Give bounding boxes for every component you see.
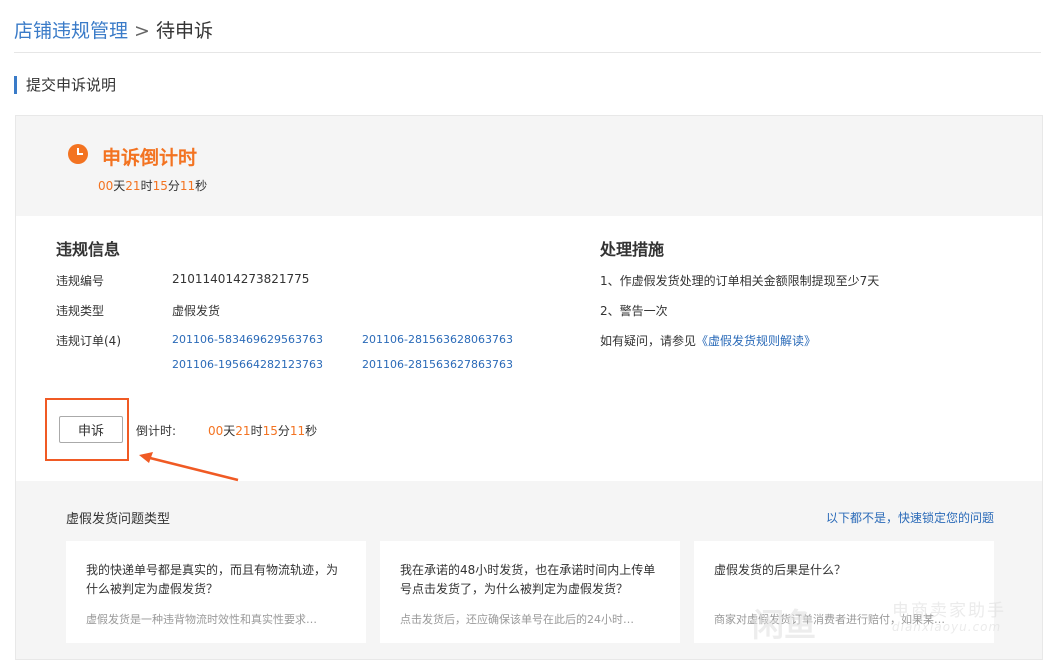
header-divider xyxy=(14,52,1041,53)
countdown-box: 申诉倒计时 00天21时15分11秒 xyxy=(16,116,1042,216)
minutes-value: 15 xyxy=(152,179,168,193)
appeal-countdown-label: 倒计时: xyxy=(136,424,177,438)
measure-item: 1、作虚假发货处理的订单相关金额限制提现至少7天 xyxy=(600,274,880,288)
order-link[interactable]: 201106-195664282123763 xyxy=(172,358,323,371)
seconds-unit: 秒 xyxy=(305,424,318,438)
violation-type-value: 虚假发货 xyxy=(172,304,221,318)
help-prefix: 如有疑问，请参见 xyxy=(600,334,697,348)
breadcrumb-root-link[interactable]: 店铺违规管理 xyxy=(14,20,128,42)
violation-id-value: 210114014273821775 xyxy=(172,272,310,286)
appeal-countdown-timer: 00天21时15分11秒 xyxy=(208,422,317,439)
pointer-arrow-icon xyxy=(139,452,239,482)
faq-more-link[interactable]: 以下都不是，快速锁定您的问题 xyxy=(826,509,994,526)
faq-title: 虚假发货问题类型 xyxy=(66,512,171,527)
countdown-timer: 00天21时15分11秒 xyxy=(98,177,207,194)
appeal-highlight-box: 申诉 xyxy=(45,398,129,461)
days-value: 00 xyxy=(208,424,224,438)
appeal-button[interactable]: 申诉 xyxy=(59,416,123,443)
faq-question: 我的快递单号都是真实的，而且有物流轨迹，为什么被判定为虚假发货？ xyxy=(86,563,339,596)
seconds-unit: 秒 xyxy=(195,179,208,193)
days-value: 00 xyxy=(98,179,114,193)
watermark-logo: 闲鱼 xyxy=(752,606,817,644)
minutes-unit: 分 xyxy=(277,424,290,438)
countdown-title: 申诉倒计时 xyxy=(102,147,198,169)
seconds-value: 11 xyxy=(289,424,306,438)
minutes-value: 15 xyxy=(262,424,278,438)
violation-orders-label: 违规订单(4) xyxy=(56,334,121,348)
watermark-text: 电商卖家助手 xyxy=(892,601,1006,621)
appeal-panel: 申诉倒计时 00天21时15分11秒 违规信息 违规编号 21011401427… xyxy=(15,115,1043,660)
breadcrumb: 店铺违规管理 > 待申诉 xyxy=(14,16,213,43)
days-unit: 天 xyxy=(223,424,236,438)
measure-item: 2、警告一次 xyxy=(600,304,668,318)
hours-value: 21 xyxy=(235,424,251,438)
hours-unit: 时 xyxy=(250,424,263,438)
violation-type-label: 违规类型 xyxy=(56,304,105,318)
section-title: 提交申诉说明 xyxy=(14,76,116,94)
faq-card[interactable]: 我在承诺的48小时发货，也在承诺时间内上传单号点击发货了，为什么被判定为虚假发货… xyxy=(380,541,680,643)
faq-question: 我在承诺的48小时发货，也在承诺时间内上传单号点击发货了，为什么被判定为虚假发货… xyxy=(400,563,656,596)
faq-answer: 点击发货后，还应确保该单号在此后的24小时… xyxy=(400,613,634,626)
minutes-unit: 分 xyxy=(167,179,180,193)
faq-card[interactable]: 我的快递单号都是真实的，而且有物流轨迹，为什么被判定为虚假发货？ 虚假发货是一种… xyxy=(66,541,366,643)
watermark: 闲鱼 电商卖家助手 dianxiaoyu.com xyxy=(752,592,1042,652)
seconds-value: 11 xyxy=(179,179,196,193)
breadcrumb-separator: > xyxy=(134,20,150,42)
order-link[interactable]: 201106-583469629563763 xyxy=(172,333,323,346)
days-unit: 天 xyxy=(113,179,126,193)
measure-help: 如有疑问，请参见《虚假发货规则解读》 xyxy=(600,332,816,349)
measures-heading: 处理措施 xyxy=(600,240,665,259)
hours-value: 21 xyxy=(125,179,141,193)
watermark-domain: dianxiaoyu.com xyxy=(892,620,1002,634)
violation-id-label: 违规编号 xyxy=(56,274,105,288)
rules-link[interactable]: 《虚假发货规则解读》 xyxy=(696,334,816,348)
clock-icon xyxy=(68,144,88,164)
hours-unit: 时 xyxy=(140,179,153,193)
violation-details: 违规信息 违规编号 210114014273821775 违规类型 虚假发货 违… xyxy=(16,216,1042,481)
violation-heading: 违规信息 xyxy=(56,240,121,259)
order-link[interactable]: 201106-281563627863763 xyxy=(362,358,513,371)
breadcrumb-current: 待申诉 xyxy=(155,20,213,42)
order-link[interactable]: 201106-281563628063763 xyxy=(362,333,513,346)
faq-answer: 虚假发货是一种违背物流时效性和真实性要求… xyxy=(86,613,317,626)
